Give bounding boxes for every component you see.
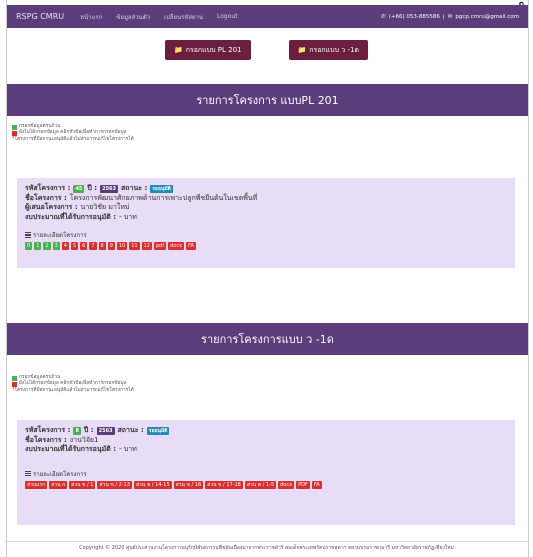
status-label: สถานะ : xyxy=(117,426,144,434)
incomplete-swatch xyxy=(12,381,17,387)
detail-item-button[interactable]: docx xyxy=(168,242,185,250)
legend: กรอกข้อมูลครบถ้วน ยังไม่ได้กรอกข้อมูล คล… xyxy=(12,124,134,143)
year-label: ปี : xyxy=(83,426,94,434)
detail-item-button[interactable]: FA xyxy=(186,242,196,250)
complete-swatch xyxy=(12,124,17,130)
fill-w1d-label: กรอกแบบ ว -1ด xyxy=(309,45,359,54)
list-icon xyxy=(25,470,31,477)
nav-profile[interactable]: ข้อมูลส่วนตัว xyxy=(116,12,150,22)
complete-swatch xyxy=(12,375,17,381)
budget-label: งบประมาณที่ได้รับการอนุมัติ : xyxy=(25,212,117,221)
detail-item-button[interactable]: ส่วนแรก xyxy=(25,480,48,489)
year-value: 2563 xyxy=(96,426,115,435)
detail-item-button[interactable]: PDF xyxy=(296,480,310,489)
detail-item-button[interactable]: 7 xyxy=(89,242,97,250)
detail-item-button[interactable]: 6 xyxy=(80,242,88,250)
detail-item-button[interactable]: ส่วน ข / 1 xyxy=(69,480,96,489)
detail-item-button[interactable]: ส่วน ข / 14-15 xyxy=(133,480,172,489)
contact-info: ✆ (+66) 053-885586 | ✉ pgcp.cmru@gmail.c… xyxy=(381,13,519,20)
detail-item-button[interactable]: 5 xyxy=(70,242,79,250)
detail-item-button[interactable]: 9 xyxy=(107,242,115,250)
list-icon xyxy=(25,232,31,238)
detail-item-button[interactable]: 3 xyxy=(52,242,60,250)
section-title: รายการโครงการ แบบPL 201 xyxy=(196,94,339,107)
form-buttons: 📁 กรอกแบบ PL 201 📁 กรอกแบบ ว -1ด xyxy=(0,40,533,60)
status-label: สถานะ : xyxy=(121,184,148,192)
details-label: รายละเอียดโครงการ xyxy=(33,470,87,478)
proposer-label: ผู้เสนอโครงการ : xyxy=(25,203,78,211)
detail-item-button[interactable]: 10 xyxy=(116,242,128,250)
code-label: รหัสโครงการ : xyxy=(25,184,71,192)
proposer-name: นายวิชัย มาใหม่ xyxy=(80,203,130,211)
budget-value: - บาท xyxy=(119,445,137,453)
detail-item-button[interactable]: ส่วน ก xyxy=(49,480,68,489)
legend: กรอกข้อมูลครบถ้วน ยังไม่ได้กรอกข้อมูล คล… xyxy=(12,375,134,394)
fill-pl201-label: กรอกแบบ PL 201 xyxy=(185,45,242,54)
project-name: โครงการพัฒนาศักยภาพด้านการเพาะปลูกพืชยืน… xyxy=(69,193,258,202)
nav-home[interactable]: หน้าแรก xyxy=(80,12,102,22)
detail-item-button[interactable]: 0 xyxy=(25,242,33,250)
year-label: ปี : xyxy=(87,184,98,192)
page: ฏ RSPG CMRU หน้าแรก ข้อมูลส่วนตัว เปลี่ย… xyxy=(0,0,533,557)
nav-logout[interactable]: Logout xyxy=(217,13,238,20)
incomplete-swatch xyxy=(12,130,17,136)
detail-item-button[interactable]: 11 xyxy=(129,242,140,250)
detail-item-button[interactable]: 8 xyxy=(98,242,106,250)
detail-items: 0 1 2 3 4 5 6 7 8 9 10 11 12 pdf docx FA xyxy=(25,242,507,250)
budget-label: งบประมาณที่ได้รับการอนุมัติ : xyxy=(25,445,117,453)
code-label: รหัสโครงการ : xyxy=(25,426,71,434)
detail-items: ส่วนแรก ส่วน กส่วน ข / 1 ส่วน ข / 2-13 ส่วน… xyxy=(25,480,507,489)
detail-item-button[interactable]: ส่วน ข / 2-13 xyxy=(97,480,132,489)
detail-item-button[interactable]: pdf xyxy=(154,242,167,250)
footer-divider xyxy=(7,541,528,542)
detail-item-button[interactable]: ส่วน ข / 16 xyxy=(173,480,204,489)
status-badge: รออนุมัติ xyxy=(146,426,170,435)
detail-item-button[interactable]: 2 xyxy=(43,242,51,250)
year-value: 2563 xyxy=(100,184,119,193)
project-name: งานวิจัย1 xyxy=(69,435,99,444)
nav-change-password[interactable]: เปลี่ยนรหัสผ่าน xyxy=(164,12,203,22)
top-navbar: RSPG CMRU หน้าแรก ข้อมูลส่วนตัว เปลี่ยนร… xyxy=(7,5,528,28)
code-value: 45 xyxy=(73,184,85,193)
detail-item-button[interactable]: docx xyxy=(278,480,295,489)
legend-note: *โครงการที่มีสถานะอนุมัติแล้วไม่สามารถแก… xyxy=(12,387,134,393)
phone-number: (+66) 053-885586 xyxy=(388,13,440,20)
detail-item-button[interactable]: 1 xyxy=(34,242,42,250)
folder-icon: 📁 xyxy=(297,46,307,54)
detail-item-button[interactable]: 4 xyxy=(61,242,69,250)
detail-item-button[interactable]: ส่วน ข / 17-18 xyxy=(205,480,243,489)
detail-item-button[interactable]: ส่วน ค / 1-5 xyxy=(244,480,277,489)
fill-pl201-button[interactable]: 📁 กรอกแบบ PL 201 xyxy=(165,40,251,60)
footer-copyright: Copyright © 2020 ศูนย์ประสานงานโครงการอน… xyxy=(79,545,454,551)
phone-icon: ✆ xyxy=(381,13,386,20)
fill-w1d-button[interactable]: 📁 กรอกแบบ ว -1ด xyxy=(288,40,368,60)
name-label: ชื่อโครงการ : xyxy=(25,193,67,202)
budget-value: - บาท xyxy=(119,212,137,221)
name-label: ชื่อโครงการ : xyxy=(25,435,67,444)
detail-item-button[interactable]: 12 xyxy=(141,242,152,250)
folder-icon: 📁 xyxy=(174,46,183,54)
status-badge: รออนุมัติ xyxy=(150,184,173,193)
project-card: รหัสโครงการ : 45 ปี : 2563 สถานะ : รออนุ… xyxy=(17,178,515,268)
brand-link[interactable]: RSPG CMRU xyxy=(16,12,64,21)
legend-note: *โครงการที่มีสถานะอนุมัติแล้วไม่สามารถแก… xyxy=(12,136,134,142)
detail-item-button[interactable]: FA xyxy=(311,480,322,489)
section-header-pl201: รายการโครงการ แบบPL 201 xyxy=(7,84,528,116)
details-label: รายละเอียดโครงการ xyxy=(33,232,87,239)
section-header-w1d: รายการโครงการแบบ ว -1ด xyxy=(7,323,528,355)
contact-email: pgcp.cmru@gmail.com xyxy=(455,13,519,20)
envelope-icon: ✉ xyxy=(447,13,453,20)
section-title: รายการโครงการแบบ ว -1ด xyxy=(201,333,334,346)
project-card: รหัสโครงการ : 8 ปี : 2563 สถานะ : รออนุม… xyxy=(17,420,515,525)
code-value: 8 xyxy=(73,426,81,435)
